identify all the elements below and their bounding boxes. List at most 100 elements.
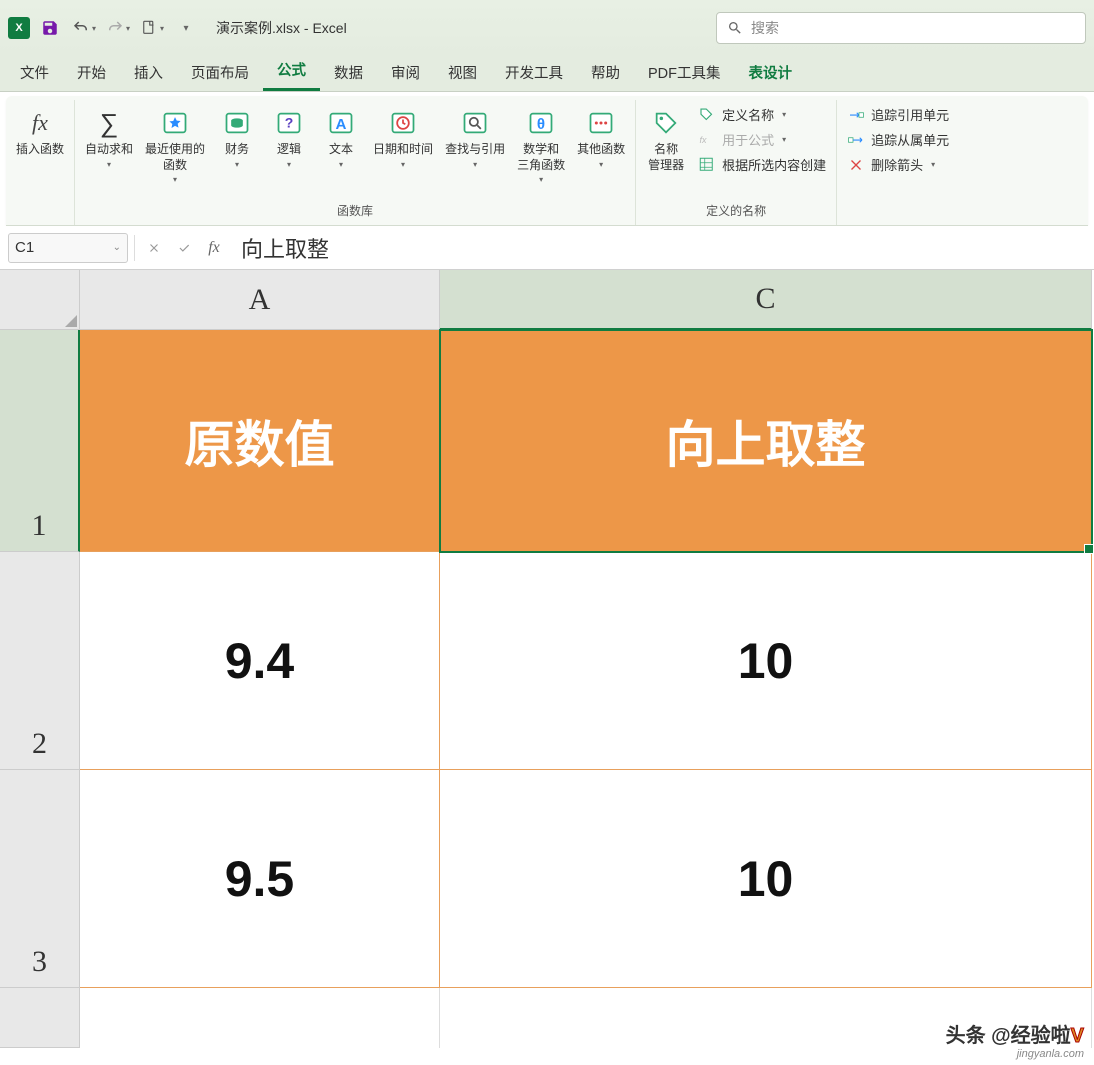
select-all-corner[interactable] — [0, 270, 80, 330]
row-header-1[interactable]: 1 — [0, 330, 80, 552]
x-icon — [147, 241, 161, 255]
fx-icon: fx — [208, 239, 220, 257]
name-manager-button[interactable]: 名称 管理器 — [640, 102, 692, 177]
check-icon — [177, 241, 191, 255]
formula-small-icon: fx — [698, 131, 716, 149]
cancel-formula-button[interactable] — [141, 235, 167, 261]
function-library-label: 函数库 — [79, 200, 631, 223]
chevron-down-icon: ▾ — [287, 160, 291, 169]
tab-review[interactable]: 审阅 — [377, 54, 434, 91]
tab-developer[interactable]: 开发工具 — [491, 54, 577, 91]
undo-button[interactable]: ▾ — [70, 14, 98, 42]
cell-c3[interactable]: 10 — [440, 770, 1092, 988]
tab-help[interactable]: 帮助 — [577, 54, 634, 91]
use-in-formula-button[interactable]: fx 用于公式 ▾ — [692, 127, 832, 152]
chevron-down-icon: ▾ — [126, 24, 130, 33]
fx-button[interactable]: fx — [201, 235, 227, 261]
column-header-a[interactable]: A — [80, 270, 440, 330]
formula-input[interactable] — [231, 233, 1086, 263]
save-button[interactable] — [36, 14, 64, 42]
search-placeholder: 搜索 — [751, 18, 779, 38]
more-functions-button[interactable]: 其他函数 ▾ — [571, 102, 631, 173]
insert-function-button[interactable]: fx 插入函数 — [10, 102, 70, 162]
chevron-down-icon: ▾ — [160, 24, 164, 33]
remove-arrows-button[interactable]: 删除箭头 ▾ — [841, 152, 955, 177]
clock-icon — [389, 109, 417, 137]
name-manager-label: 名称 管理器 — [648, 142, 684, 173]
cell-a4[interactable] — [80, 988, 440, 1048]
math-button[interactable]: θ 数学和 三角函数 ▾ — [511, 102, 571, 188]
tag-icon — [652, 109, 680, 137]
table-row: 3 9.5 10 — [0, 770, 1094, 988]
svg-text:θ: θ — [537, 116, 545, 133]
chevron-down-icon: ▾ — [931, 160, 935, 169]
search-box[interactable]: 搜索 — [716, 12, 1086, 44]
name-box-value: C1 — [15, 239, 34, 256]
tab-table-design[interactable]: 表设计 — [735, 54, 807, 91]
star-icon — [161, 109, 189, 137]
redo-button[interactable]: ▾ — [104, 14, 132, 42]
formula-bar: C1 ⌄ fx — [0, 226, 1094, 270]
text-label: 文本 — [329, 142, 353, 158]
column-header-c[interactable]: C — [440, 270, 1092, 330]
chevron-down-icon: ▾ — [401, 160, 405, 169]
logical-button[interactable]: ? 逻辑 ▾ — [263, 102, 315, 173]
trace-precedents-button[interactable]: 追踪引用单元 — [841, 102, 955, 127]
trace-dependents-button[interactable]: 追踪从属单元 — [841, 127, 955, 152]
search-icon — [727, 20, 743, 36]
chevron-down-icon: ▾ — [782, 135, 786, 144]
svg-text:?: ? — [285, 115, 294, 131]
redo-icon — [106, 19, 124, 37]
cell-c1[interactable]: 向上取整 — [440, 330, 1092, 552]
tab-formulas[interactable]: 公式 — [263, 51, 320, 91]
tab-home[interactable]: 开始 — [63, 54, 120, 91]
undo-icon — [72, 19, 90, 37]
chevron-down-icon: ▾ — [235, 160, 239, 169]
quick-print-button[interactable]: ▾ — [138, 14, 166, 42]
insert-function-label: 插入函数 — [16, 142, 64, 158]
trace-dependents-label: 追踪从属单元 — [871, 130, 949, 149]
chevron-down-icon: ▾ — [473, 160, 477, 169]
datetime-button[interactable]: 日期和时间 ▾ — [367, 102, 439, 173]
sigma-icon: ∑ — [100, 108, 119, 139]
autosum-button[interactable]: ∑ 自动求和 ▾ — [79, 102, 139, 173]
row-header-3[interactable]: 3 — [0, 770, 80, 988]
save-icon — [41, 19, 59, 37]
grid-small-icon — [698, 156, 716, 174]
remove-arrows-icon — [847, 156, 865, 174]
logical-label: 逻辑 — [277, 142, 301, 158]
chevron-down-icon: ▾ — [92, 24, 96, 33]
more-label: 其他函数 — [577, 142, 625, 158]
tab-file[interactable]: 文件 — [6, 54, 63, 91]
cell-a3[interactable]: 9.5 — [80, 770, 440, 988]
tab-view[interactable]: 视图 — [434, 54, 491, 91]
create-from-selection-label: 根据所选内容创建 — [722, 155, 826, 174]
row-header-4[interactable] — [0, 988, 80, 1048]
autosum-label: 自动求和 — [85, 142, 133, 158]
titlebar: X ▾ ▾ ▾ ▾ 演示案例.xlsx - Excel 搜索 — [0, 0, 1094, 56]
chevron-down-icon: ⌄ — [113, 242, 121, 253]
tab-data[interactable]: 数据 — [320, 54, 377, 91]
cell-a2[interactable]: 9.4 — [80, 552, 440, 770]
tag-small-icon — [698, 106, 716, 124]
cell-c2[interactable]: 10 — [440, 552, 1092, 770]
financial-button[interactable]: 财务 ▾ — [211, 102, 263, 173]
row-header-2[interactable]: 2 — [0, 552, 80, 770]
text-icon: A — [327, 109, 355, 137]
cell-a1[interactable]: 原数值 — [80, 330, 440, 552]
use-in-formula-label: 用于公式 — [722, 130, 774, 149]
name-box[interactable]: C1 ⌄ — [8, 233, 128, 263]
tab-insert[interactable]: 插入 — [120, 54, 177, 91]
table-row: 2 9.4 10 — [0, 552, 1094, 770]
lookup-button[interactable]: 查找与引用 ▾ — [439, 102, 511, 173]
create-from-selection-button[interactable]: 根据所选内容创建 — [692, 152, 832, 177]
define-name-button[interactable]: 定义名称 ▾ — [692, 102, 832, 127]
recent-functions-button[interactable]: 最近使用的 函数 ▾ — [139, 102, 211, 188]
tab-page-layout[interactable]: 页面布局 — [177, 54, 263, 91]
accept-formula-button[interactable] — [171, 235, 197, 261]
watermark-text: @经验啦 — [991, 1025, 1071, 1047]
qat-customize-button[interactable]: ▾ — [172, 14, 200, 42]
tab-pdf[interactable]: PDF工具集 — [634, 54, 735, 91]
table-row — [0, 988, 1094, 1048]
text-button[interactable]: A 文本 ▾ — [315, 102, 367, 173]
